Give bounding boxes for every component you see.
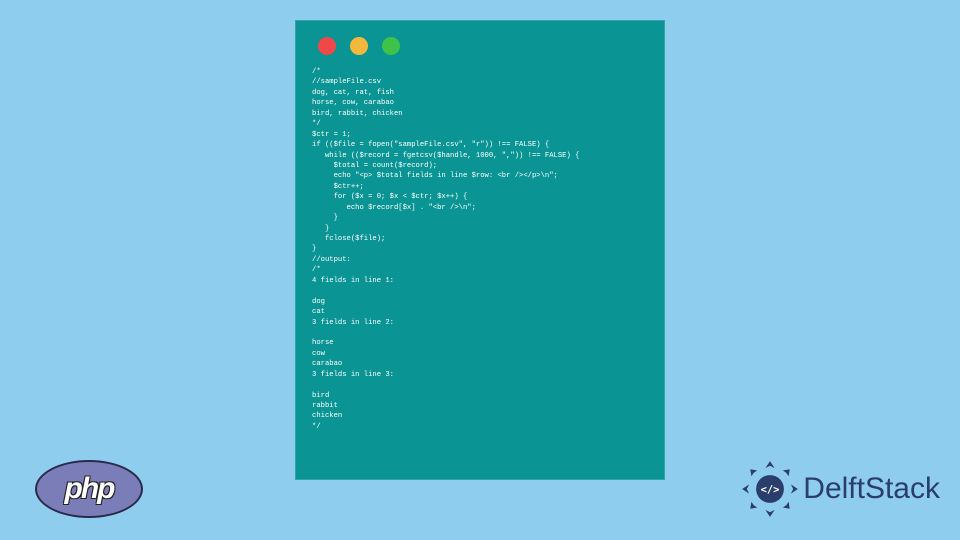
delftstack-logo: </> DelftStack [741,460,940,518]
svg-text:</>: </> [761,484,780,496]
php-logo: php [35,460,143,518]
delftstack-icon: </> [741,460,799,518]
traffic-lights [296,21,664,55]
delftstack-text: DelftStack [803,472,940,506]
code-content: /* //sampleFile.csv dog, cat, rat, fish … [296,55,664,442]
php-logo-text: php [65,472,114,506]
code-window: /* //sampleFile.csv dog, cat, rat, fish … [295,20,665,480]
maximize-dot-icon [382,37,400,55]
close-dot-icon [318,37,336,55]
minimize-dot-icon [350,37,368,55]
